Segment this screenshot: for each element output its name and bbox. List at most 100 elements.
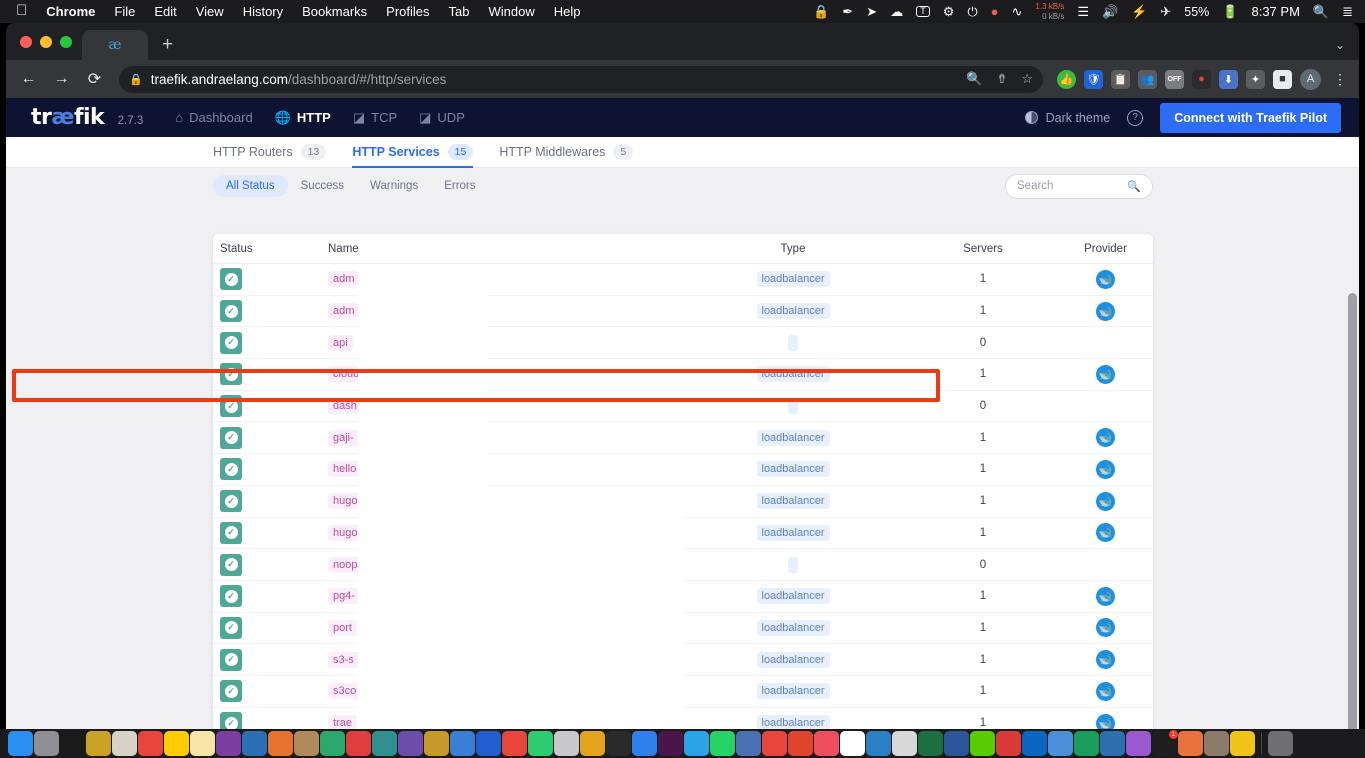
dock-icon-opera-gx[interactable] [502,731,527,756]
column-header-name[interactable]: Name [328,243,678,255]
dock-icon-app-blue[interactable] [632,731,657,756]
dock-icon-app-compass[interactable] [476,731,501,756]
site-lock-icon[interactable]: 🔒 [129,73,143,86]
table-row[interactable]: ✓ pg4- loadbalancer 1 🐋 [213,581,1153,613]
minimize-window-button[interactable] [40,35,52,48]
nav-item-http[interactable]: 🌐 HTTP [275,110,331,126]
dock-icon-word[interactable] [944,731,969,756]
forward-button[interactable]: → [47,65,76,94]
dock-icon-app-red-face[interactable] [996,731,1021,756]
filter-all-status[interactable]: All Status [213,175,288,197]
tab-http-routers[interactable]: HTTP Routers 13 [213,137,327,168]
page-scrollbar[interactable] [1346,207,1359,729]
thumbs-up-extension-icon[interactable]: 👍 [1057,69,1076,89]
cell-name[interactable]: port [328,619,678,636]
dock-icon-vscode[interactable] [242,731,267,756]
menubar-item-chrome[interactable]: Chrome [46,4,95,19]
table-row[interactable]: ✓ trae loadbalancer 1 🐋 [213,708,1153,729]
dark-theme-toggle[interactable]: Dark theme [1024,111,1110,125]
dock-icon-app-money[interactable] [1074,731,1099,756]
column-header-provider[interactable]: Provider [1058,243,1153,255]
table-row[interactable]: ✓ port loadbalancer 1 🐋 [213,613,1153,645]
text-icon[interactable]: T [916,6,930,17]
close-window-button[interactable] [20,35,32,48]
connect-traefik-pilot-button[interactable]: Connect with Traefik Pilot [1160,102,1341,133]
cell-name[interactable]: s3co [328,683,678,700]
browser-tab-traefik[interactable]: æ [82,30,148,60]
dock-icon-app-orange[interactable] [268,731,293,756]
profile-avatar[interactable]: A [1300,68,1321,90]
dock-icon-app-grey[interactable] [736,731,761,756]
tab-http-services[interactable]: HTTP Services 15 [352,137,474,168]
table-row[interactable]: ✓ adm loadbalancer 1 🐋 [213,296,1153,328]
shield-extension-icon[interactable]: 🛡 [1084,69,1103,89]
dock-icon-app-safari[interactable] [346,731,371,756]
reload-button[interactable]: ⟳ [80,65,109,94]
dock-icon-app-amber[interactable] [424,731,449,756]
dock-icon-app-green-music[interactable] [528,731,553,756]
gear-icon[interactable]: ⚙ [943,5,955,18]
maximize-window-button[interactable] [60,35,72,48]
dock-icon-preview-flower[interactable] [86,731,111,756]
table-row[interactable]: ✓ noop 0 [213,549,1153,581]
volume-icon[interactable]: 🔊 [1102,5,1118,18]
cell-name[interactable]: noop [328,556,678,573]
sidepanel-extension-icon[interactable]: ■ [1273,69,1292,89]
dock-icon-app-purple-elephant[interactable] [398,731,423,756]
menubar-item-view[interactable]: View [196,4,224,19]
dock-icon-sublime-text[interactable] [580,731,605,756]
cell-name[interactable]: gaji- [328,429,678,446]
apple-logo-icon[interactable]:  [16,3,27,18]
telegram-icon[interactable]: ➤ [866,5,877,18]
cloud-check-icon[interactable]: ☁ [890,5,903,18]
dock-icon-app-blue-cycle[interactable] [450,731,475,756]
dock-icon-app-teal-elephant[interactable] [372,731,397,756]
table-row[interactable]: ✓ gaji-loadbalancer 1 🐋 [213,422,1153,455]
nav-item-tcp[interactable]: ◪ TCP [353,110,397,126]
dock-icon-pen-tool[interactable] [1126,731,1151,756]
dock-icon-app-images[interactable] [1048,731,1073,756]
shield-lock-icon[interactable]: ● [991,5,999,18]
dock-icon-app-display[interactable] [1100,731,1125,756]
dock-icon-app-photo-frame[interactable] [1204,731,1229,756]
tab-http-middlewares[interactable]: HTTP Middlewares 5 [499,137,634,168]
download-extension-icon[interactable]: ⬇ [1219,69,1238,89]
chevron-down-icon[interactable]: ⌄ [1335,38,1359,60]
menubar-item-tab[interactable]: Tab [449,4,470,19]
dock-icon-music[interactable] [814,731,839,756]
bolt-circle-icon[interactable]: ⏻ [967,5,977,18]
nav-item-dashboard[interactable]: ⌂ Dashboard [175,110,252,125]
dock-icon-finder[interactable] [8,731,33,756]
clipboard-extension-icon[interactable]: 📋 [1111,69,1130,89]
dock-icon-app-chess[interactable] [840,731,865,756]
record-extension-icon[interactable]: ● [1192,69,1211,89]
dock-icon-app-ring[interactable] [320,731,345,756]
cell-name[interactable]: hugo [328,493,678,510]
column-header-servers[interactable]: Servers [908,243,1058,255]
cell-name[interactable]: adm [328,271,678,288]
bolt-icon[interactable]: ⚡ [1131,5,1147,18]
table-row[interactable]: ✓ cloud-svc@docker loadbalancer 1 🐋 [213,359,1153,391]
dock-icon-weather[interactable] [164,731,189,756]
cell-name[interactable]: hugo [328,524,678,541]
dock-icon-launchpad[interactable] [34,731,59,756]
dock-icon-app-face[interactable] [866,731,891,756]
table-row[interactable]: ✓ s3co loadbalancer 1 🐋 [213,676,1153,708]
control-center-icon[interactable]: ≣ [1342,5,1353,18]
cell-name[interactable]: trae [328,715,678,729]
browser-menu-button[interactable]: ⋮ [1329,71,1351,88]
people-extension-icon[interactable]: 👥 [1138,69,1157,89]
dock-icon-app-dog[interactable] [294,731,319,756]
dock-icon-notes[interactable] [190,731,215,756]
filter-success[interactable]: Success [288,175,357,197]
table-row[interactable]: ✓ adm loadbalancer 1 🐋 [213,264,1153,296]
table-row[interactable]: ✓ hello loadbalancer 1 🐋 [213,454,1153,486]
table-row[interactable]: ✓ s3-s loadbalancer 1 🐋 [213,644,1153,676]
dock-icon-whatsapp[interactable] [710,731,735,756]
dock-icon-books[interactable] [112,731,137,756]
cell-name[interactable]: hello [328,461,678,478]
waves-icon[interactable]: ∿ [1012,5,1023,18]
menubar-item-edit[interactable]: Edit [154,4,176,19]
menubar-item-window[interactable]: Window [489,4,535,19]
dock-icon-activity-monitor[interactable] [60,731,85,756]
